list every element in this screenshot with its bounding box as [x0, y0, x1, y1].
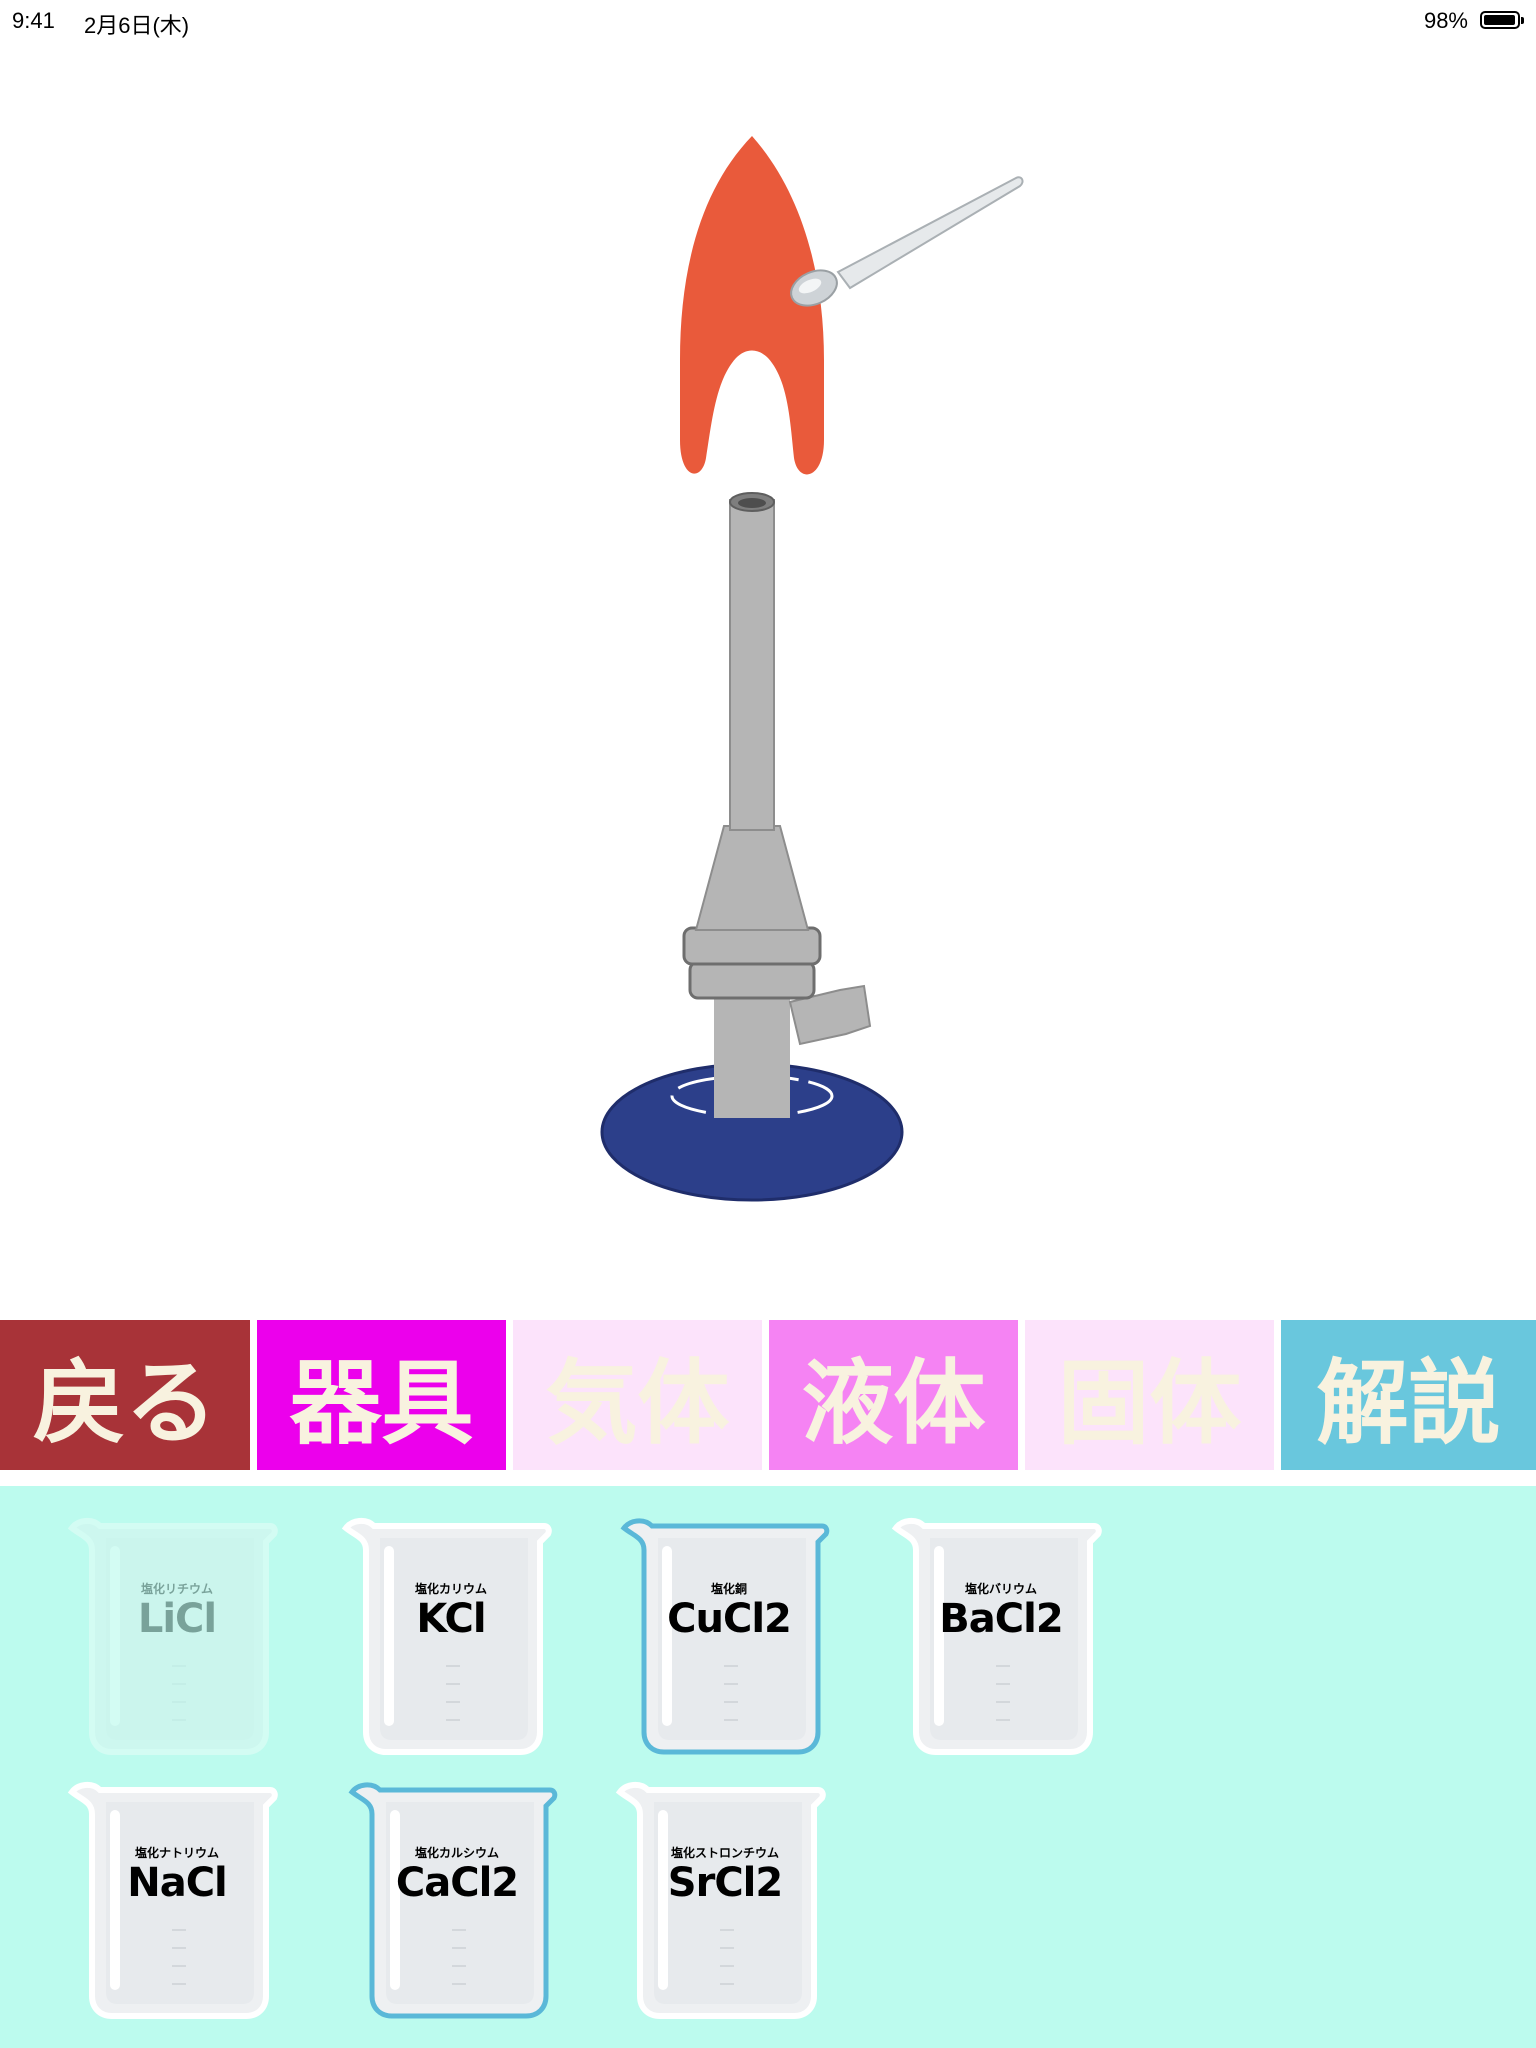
- category-menu: 戻る 器具 気体 液体 固体 解説: [0, 1320, 1536, 1470]
- beaker-kcl[interactable]: 塩化カリウム KCl: [336, 1516, 566, 1766]
- beaker-srcl2[interactable]: 塩化ストロンチウム SrCl2: [610, 1780, 840, 2030]
- beaker-name: 塩化銅: [710, 1582, 747, 1596]
- status-time: 9:41: [12, 8, 55, 33]
- status-date: 2月6日(木): [84, 13, 190, 38]
- beaker-formula: CuCl2: [667, 1596, 792, 1642]
- beaker-name: 塩化カルシウム: [414, 1846, 499, 1860]
- beaker-name: 塩化バリウム: [964, 1582, 1037, 1596]
- beaker-cacl2[interactable]: 塩化カルシウム CaCl2: [342, 1780, 572, 2030]
- beaker-formula: BaCl2: [939, 1596, 1063, 1642]
- beaker-formula: LiCl: [137, 1596, 217, 1642]
- tab-solid[interactable]: 固体: [1025, 1320, 1274, 1470]
- status-bar: 9:41 2月6日(木) 98%: [0, 0, 1536, 40]
- experiment-stage: [0, 40, 1536, 1320]
- battery-percentage: 98%: [1423, 8, 1468, 33]
- beaker-formula: KCl: [416, 1596, 486, 1642]
- explanation-button[interactable]: 解説: [1281, 1320, 1536, 1470]
- battery-icon: [1480, 11, 1524, 29]
- beaker-nacl[interactable]: 塩化ナトリウム NaCl: [62, 1780, 292, 2030]
- beaker-formula: NaCl: [127, 1860, 228, 1906]
- beaker-cucl2[interactable]: 塩化銅 CuCl2: [614, 1516, 844, 1766]
- bunsen-burner[interactable]: [600, 492, 904, 1202]
- tab-gas[interactable]: 気体: [513, 1320, 762, 1470]
- apparatus-illustration: [600, 136, 1024, 1202]
- reagent-tray: 塩化リチウム LiCl 塩化カリウム KCl 塩化銅 CuCl2 塩化バリウム …: [0, 1486, 1536, 2048]
- back-button[interactable]: 戻る: [0, 1320, 250, 1470]
- tab-liquid[interactable]: 液体: [769, 1320, 1018, 1470]
- beaker-bacl2[interactable]: 塩化バリウム BaCl2: [886, 1516, 1116, 1766]
- beaker-name: 塩化カリウム: [414, 1582, 487, 1596]
- spoon[interactable]: [786, 176, 1024, 312]
- beaker-formula: CaCl2: [395, 1860, 519, 1906]
- tab-equipment[interactable]: 器具: [257, 1320, 506, 1470]
- beaker-formula: SrCl2: [667, 1860, 783, 1906]
- beaker-name: 塩化ストロンチウム: [670, 1846, 779, 1860]
- beaker-licl[interactable]: 塩化リチウム LiCl: [62, 1516, 292, 1766]
- beaker-name: 塩化リチウム: [140, 1582, 213, 1596]
- beaker-name: 塩化ナトリウム: [134, 1846, 219, 1860]
